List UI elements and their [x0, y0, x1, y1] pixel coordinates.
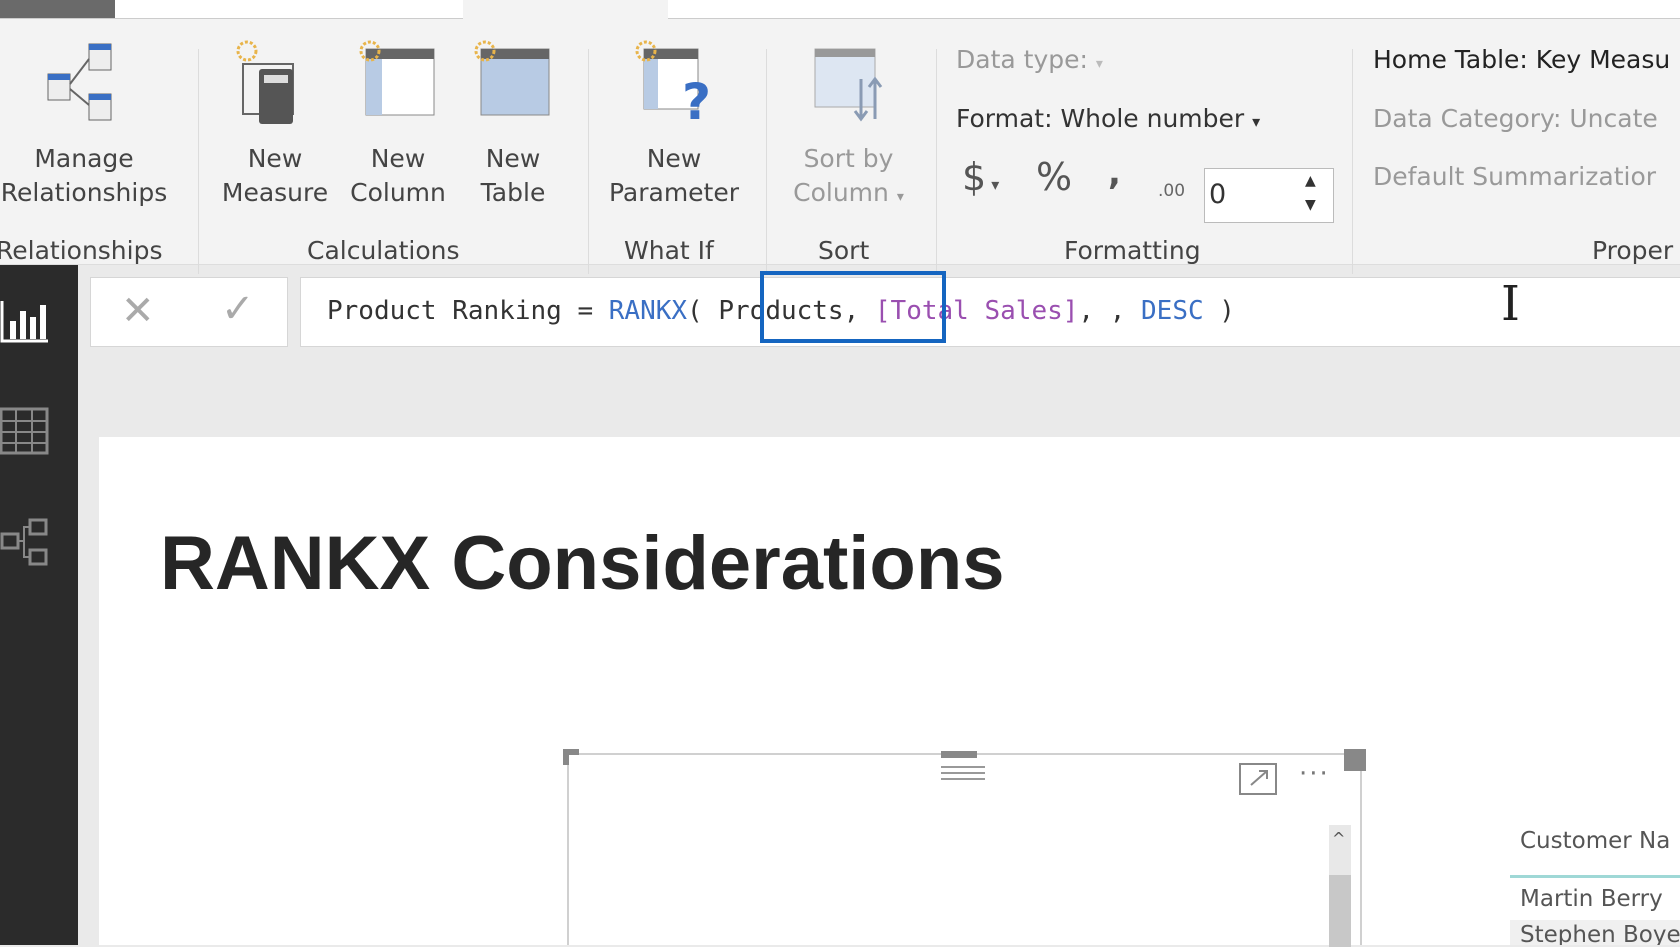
- button-label: New: [247, 144, 303, 173]
- home-table-dropdown[interactable]: Home Table: Key Measu: [1373, 45, 1670, 74]
- sort-by-column-button[interactable]: Sort by Column ▾: [776, 39, 921, 214]
- stepper-up-icon[interactable]: ▲: [1305, 173, 1316, 189]
- dropdown-caret-icon: ▾: [986, 175, 1000, 194]
- table-row[interactable]: Martin Berry: [1520, 886, 1663, 912]
- button-label: New: [485, 144, 541, 173]
- formula-input[interactable]: Product Ranking = RANKX( Products, [Tota…: [300, 276, 1680, 347]
- new-column-icon: [359, 40, 435, 116]
- sort-by-column-icon: [814, 48, 882, 122]
- group-label-sort: Sort: [818, 236, 870, 265]
- tab-help[interactable]: [668, 0, 1680, 19]
- button-label: Parameter: [608, 178, 740, 207]
- model-view-icon[interactable]: [0, 518, 50, 568]
- customer-table: Customer Na Martin Berry Stephen Boyer: [1510, 828, 1680, 945]
- new-parameter-button[interactable]: ? New Parameter: [600, 39, 748, 210]
- view-sidebar: [0, 265, 78, 945]
- dropdown-caret-icon: ▾: [1252, 112, 1261, 131]
- ribbon: Manage Relationships New Measure New Column…: [0, 19, 1680, 274]
- button-label: Table: [480, 178, 546, 207]
- file-tab[interactable]: [0, 0, 115, 19]
- resize-handle[interactable]: [1344, 749, 1366, 771]
- decimal-places-stepper[interactable]: 0 ▲ ▼: [1204, 168, 1334, 223]
- button-label: Column: [350, 178, 446, 207]
- default-summarization-dropdown[interactable]: Default Summarizatior: [1373, 162, 1656, 191]
- comma-button[interactable]: ,: [1108, 153, 1121, 193]
- commit-formula-button[interactable]: ✓: [221, 286, 255, 332]
- button-label: Measure: [221, 178, 329, 207]
- focus-mode-icon[interactable]: [1239, 763, 1277, 795]
- tab-home[interactable]: [115, 0, 463, 19]
- data-type-dropdown[interactable]: Data type: ▾: [956, 45, 1103, 74]
- drag-handle-icon[interactable]: [941, 765, 985, 781]
- data-type-label: Data type:: [956, 45, 1088, 74]
- button-label: New: [646, 144, 702, 173]
- decimal-places-icon: .00: [1158, 181, 1186, 201]
- currency-icon: $: [962, 155, 987, 199]
- manage-relationships-button[interactable]: Manage Relationships: [0, 39, 174, 210]
- button-label: Sort by: [803, 144, 894, 173]
- new-table-button[interactable]: New Table: [462, 39, 564, 210]
- button-label: New: [370, 144, 426, 173]
- cancel-formula-button[interactable]: ✕: [121, 288, 155, 334]
- visual-container[interactable]: ··· ^: [563, 749, 1366, 947]
- table-row[interactable]: Stephen Boyer: [1520, 922, 1680, 945]
- report-title: RANKX Considerations: [160, 521, 1005, 606]
- new-table-icon: [474, 40, 550, 116]
- currency-button[interactable]: $ ▾: [962, 155, 999, 199]
- tab-modeling[interactable]: [463, 0, 668, 19]
- button-label: Column: [793, 178, 889, 207]
- new-parameter-icon: ?: [635, 40, 711, 131]
- percent-button[interactable]: %: [1036, 155, 1072, 199]
- manage-relationships-icon: [47, 43, 112, 121]
- text-cursor-icon: I: [1501, 276, 1520, 332]
- group-label-formatting: Formatting: [1064, 236, 1201, 265]
- scroll-up-icon[interactable]: ^: [1332, 829, 1345, 848]
- report-view-icon[interactable]: [0, 295, 50, 345]
- data-category-dropdown[interactable]: Data Category: Uncate: [1373, 104, 1658, 133]
- dropdown-caret-icon: ▾: [1095, 56, 1103, 72]
- new-measure-button[interactable]: New Measure: [213, 39, 337, 210]
- resize-handle[interactable]: [941, 751, 977, 758]
- highlight-box: [760, 271, 946, 343]
- column-header[interactable]: Customer Na: [1520, 828, 1670, 854]
- ribbon-tab-strip: [0, 0, 1680, 19]
- more-options-icon[interactable]: ···: [1299, 759, 1330, 789]
- group-label-calculations: Calculations: [307, 236, 460, 265]
- button-label: Relationships: [0, 178, 168, 207]
- scrollbar-thumb[interactable]: [1329, 875, 1351, 947]
- group-label-relationships: Relationships: [0, 236, 163, 265]
- scrollbar[interactable]: ^: [1329, 825, 1351, 947]
- svg-text:?: ?: [682, 73, 711, 127]
- group-label-whatif: What If: [624, 236, 714, 265]
- format-label: Format: Whole number: [956, 104, 1245, 133]
- group-label-properties: Proper: [1592, 236, 1674, 265]
- stepper-down-icon[interactable]: ▼: [1305, 197, 1316, 213]
- dropdown-caret-icon: ▾: [896, 189, 904, 205]
- new-column-button[interactable]: New Column: [342, 39, 454, 210]
- header-underline: [1510, 875, 1680, 878]
- decimal-places-value: 0: [1209, 179, 1227, 210]
- format-dropdown[interactable]: Format: Whole number ▾: [956, 104, 1260, 133]
- data-view-icon[interactable]: [0, 407, 50, 457]
- new-measure-icon: [236, 40, 294, 124]
- formula-actions: ✕ ✓: [90, 277, 288, 347]
- resize-handle[interactable]: [563, 749, 579, 765]
- button-label: Manage: [34, 144, 134, 173]
